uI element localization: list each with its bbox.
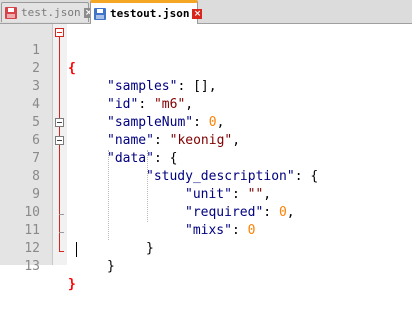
- line-number: 13: [24, 259, 40, 274]
- code-line: 12 }: [0, 222, 412, 274]
- code-line: 10 "mixs": 0: [0, 186, 412, 238]
- code-line: 6 "data": {: [0, 114, 412, 166]
- code-line: 8 "unit": "",: [0, 150, 412, 202]
- code-line: 11 }: [0, 204, 412, 256]
- code-line: 3 "id": "m6",: [0, 60, 412, 112]
- code-line: 5 "name": "keonig",: [0, 96, 412, 148]
- save-disk-icon: [94, 7, 106, 20]
- tab-test-json[interactable]: test.json ×: [1, 2, 94, 22]
- close-tab-icon[interactable]: ×: [192, 8, 203, 19]
- save-disk-icon: [5, 6, 17, 19]
- close-brace: }: [107, 259, 115, 274]
- tab-bar: test.json × testout.json ×: [0, 0, 412, 24]
- code-line: 13 }: [0, 240, 412, 292]
- code-line: 1 {: [0, 24, 412, 76]
- code-line: 4 "sampleNum": 0,: [0, 78, 412, 130]
- code-line: 9 "required": 0,: [0, 168, 412, 220]
- tab-label: testout.json: [110, 7, 190, 20]
- tab-testout-json[interactable]: testout.json ×: [90, 0, 203, 24]
- code-line: 2 "samples": [],: [0, 42, 412, 94]
- code-line: 7 "study_description": {: [0, 132, 412, 184]
- tab-label: test.json: [21, 6, 81, 19]
- text-caret: [76, 242, 77, 257]
- close-brace: }: [68, 277, 76, 292]
- code-editor[interactable]: 1 { 2 "samples": [], 3 "id": "m6", 4 "sa…: [0, 24, 412, 292]
